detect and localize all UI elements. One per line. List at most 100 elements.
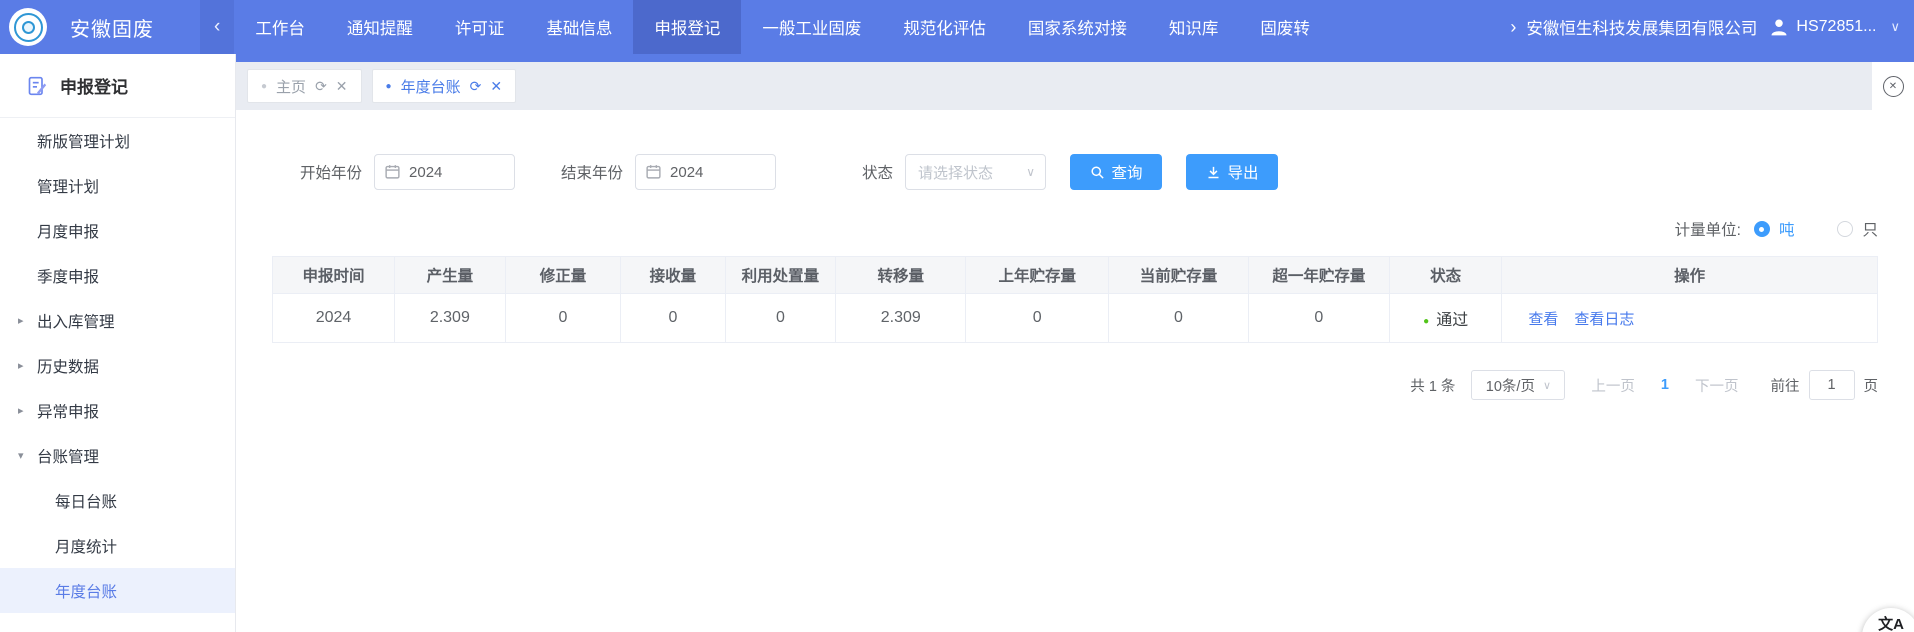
sidebar-item-abnormal-declaration[interactable]: ▸ 异常申报: [0, 388, 235, 433]
sidebar-header: 申报登记: [0, 54, 235, 118]
cell-declaration-time: 2024: [273, 294, 395, 343]
sidebar-item-daily-ledger[interactable]: 每日台账: [0, 478, 235, 523]
col-operations: 操作: [1502, 257, 1878, 294]
next-page-button[interactable]: 下一页: [1695, 375, 1739, 396]
nav-collapse-button[interactable]: ‹: [200, 0, 234, 54]
chevron-right-icon: ▸: [18, 314, 37, 327]
goto-suffix-label: 页: [1864, 375, 1879, 396]
page-size-select[interactable]: 10条/页 ∨: [1471, 370, 1565, 400]
unit-label: 计量单位:: [1675, 218, 1741, 240]
download-icon: [1206, 165, 1221, 180]
search-button[interactable]: 查询: [1070, 154, 1162, 190]
sidebar-item-monthly-declaration[interactable]: 月度申报: [0, 208, 235, 253]
prev-page-button[interactable]: 上一页: [1591, 375, 1635, 396]
refresh-icon[interactable]: ⟳: [315, 78, 327, 95]
radio-piece-label[interactable]: 只: [1862, 218, 1878, 240]
col-current-storage: 当前贮存量: [1109, 257, 1249, 294]
page-number-1[interactable]: 1: [1661, 377, 1669, 393]
col-generated: 产生量: [394, 257, 505, 294]
tab-dot-icon: ●: [261, 81, 267, 92]
cell-prev-year-storage: 0: [966, 294, 1109, 343]
tab-annual-ledger[interactable]: ● 年度台账 ⟳ ✕: [372, 69, 517, 103]
start-year-label: 开始年份: [300, 161, 362, 183]
top-navbar: 安徽固废 ‹ 工作台 通知提醒 许可证 基础信息 申报登记 一般工业固废 规范化…: [0, 0, 1914, 54]
col-status: 状态: [1390, 257, 1502, 294]
nav-item-general-industrial-waste[interactable]: 一般工业固废: [741, 0, 882, 54]
tab-dot-icon: ●: [386, 81, 392, 92]
radio-ton[interactable]: [1754, 221, 1770, 237]
nav-overflow-arrow-icon[interactable]: ›: [1508, 17, 1526, 38]
chevron-right-icon: ▸: [18, 404, 37, 417]
goto-label: 前往: [1771, 375, 1800, 396]
chevron-left-icon: ‹: [214, 16, 220, 38]
chevron-right-icon: ▸: [18, 359, 37, 372]
nav-item-license[interactable]: 许可证: [434, 0, 526, 54]
tab-label: 年度台账: [401, 76, 461, 97]
radio-piece[interactable]: [1837, 221, 1853, 237]
view-log-link[interactable]: 查看日志: [1574, 311, 1634, 328]
col-over-one-year-storage: 超一年贮存量: [1248, 257, 1389, 294]
sidebar-item-ledger-management[interactable]: ▾ 台账管理: [0, 433, 235, 478]
close-circle-icon: ✕: [1883, 76, 1904, 97]
navbar-right-section: › 安徽恒生科技发展集团有限公司 HS72851... ∨: [1508, 15, 1914, 39]
table-row: 2024 2.309 0 0 0 2.309 0 0 0 ●通过: [273, 294, 1878, 343]
nav-item-basic-info[interactable]: 基础信息: [525, 0, 633, 54]
header-strip: [236, 54, 1914, 62]
export-button[interactable]: 导出: [1186, 154, 1278, 190]
col-transferred: 转移量: [836, 257, 966, 294]
radio-ton-label[interactable]: 吨: [1779, 218, 1795, 240]
nav-item-standardization-assessment[interactable]: 规范化评估: [882, 0, 1007, 54]
goto-page-input[interactable]: [1809, 370, 1855, 400]
cell-received: 0: [621, 294, 725, 343]
user-icon: [1769, 17, 1789, 37]
unit-selector-row: 计量单位: 吨 只: [272, 218, 1878, 240]
cell-utilized-disposed: 0: [725, 294, 836, 343]
sidebar-item-annual-ledger[interactable]: 年度台账: [0, 568, 235, 613]
app-logo: [9, 8, 47, 46]
cell-status: ● 通过: [1390, 294, 1502, 343]
cell-operations: 查看查看日志: [1502, 294, 1878, 343]
table-header-row: 申报时间 产生量 修正量 接收量 利用处置量 转移量 上年贮存量 当前贮存量 超…: [273, 257, 1878, 294]
close-all-tabs-button[interactable]: ✕: [1872, 62, 1914, 110]
pagination: 共 1 条 10条/页 ∨ 上一页 1 下一页 前往 页: [272, 370, 1878, 400]
nav-item-national-system[interactable]: 国家系统对接: [1007, 0, 1148, 54]
company-name: 安徽恒生科技发展集团有限公司: [1526, 15, 1757, 39]
sidebar: 申报登记 新版管理计划 管理计划 月度申报 季度申报 ▸ 出入库管理 ▸ 历史数…: [0, 54, 236, 632]
col-utilized-disposed: 利用处置量: [725, 257, 836, 294]
brand-title: 安徽固废: [70, 13, 154, 42]
username-text: HS72851...: [1796, 18, 1876, 36]
status-dot-icon: ●: [1423, 316, 1429, 327]
sidebar-item-historical-data[interactable]: ▸ 历史数据: [0, 343, 235, 388]
cell-current-storage: 0: [1109, 294, 1249, 343]
nav-item-notifications[interactable]: 通知提醒: [326, 0, 434, 54]
calendar-icon: [384, 163, 401, 180]
view-link[interactable]: 查看: [1528, 311, 1558, 328]
refresh-icon[interactable]: ⟳: [470, 78, 482, 95]
page-content: 开始年份 结束年份: [236, 110, 1914, 632]
status-placeholder: 请选择状态: [918, 162, 1026, 183]
cell-generated: 2.309: [394, 294, 505, 343]
user-menu-caret-icon[interactable]: ∨: [1890, 19, 1900, 35]
end-year-label: 结束年份: [561, 161, 623, 183]
status-badge: 通过: [1436, 312, 1468, 329]
sidebar-item-inout-warehouse[interactable]: ▸ 出入库管理: [0, 298, 235, 343]
annual-ledger-table: 申报时间 产生量 修正量 接收量 利用处置量 转移量 上年贮存量 当前贮存量 超…: [272, 256, 1878, 343]
nav-item-workbench[interactable]: 工作台: [234, 0, 326, 54]
nav-item-waste-transfer[interactable]: 固废转: [1239, 0, 1331, 54]
tab-bar: ● 主页 ⟳ ✕ ● 年度台账 ⟳ ✕ ✕: [236, 62, 1914, 110]
nav-item-declaration[interactable]: 申报登记: [633, 0, 741, 54]
sidebar-item-quarterly-declaration[interactable]: 季度申报: [0, 253, 235, 298]
filter-bar: 开始年份 结束年份: [300, 154, 1878, 190]
sidebar-item-management-plan[interactable]: 管理计划: [0, 163, 235, 208]
nav-item-knowledge-base[interactable]: 知识库: [1148, 0, 1240, 54]
status-select[interactable]: 请选择状态 ∨: [905, 154, 1046, 190]
chevron-down-icon: ▾: [18, 449, 37, 462]
cell-transferred: 2.309: [836, 294, 966, 343]
close-icon[interactable]: ✕: [336, 78, 348, 95]
nav-menu: 工作台 通知提醒 许可证 基础信息 申报登记 一般工业固废 规范化评估 国家系统…: [234, 0, 1508, 54]
sidebar-item-new-management-plan[interactable]: 新版管理计划: [0, 118, 235, 163]
close-icon[interactable]: ✕: [490, 78, 502, 95]
sidebar-item-monthly-statistics[interactable]: 月度统计: [0, 523, 235, 568]
tab-label: 主页: [276, 76, 306, 97]
tab-home[interactable]: ● 主页 ⟳ ✕: [247, 69, 362, 103]
